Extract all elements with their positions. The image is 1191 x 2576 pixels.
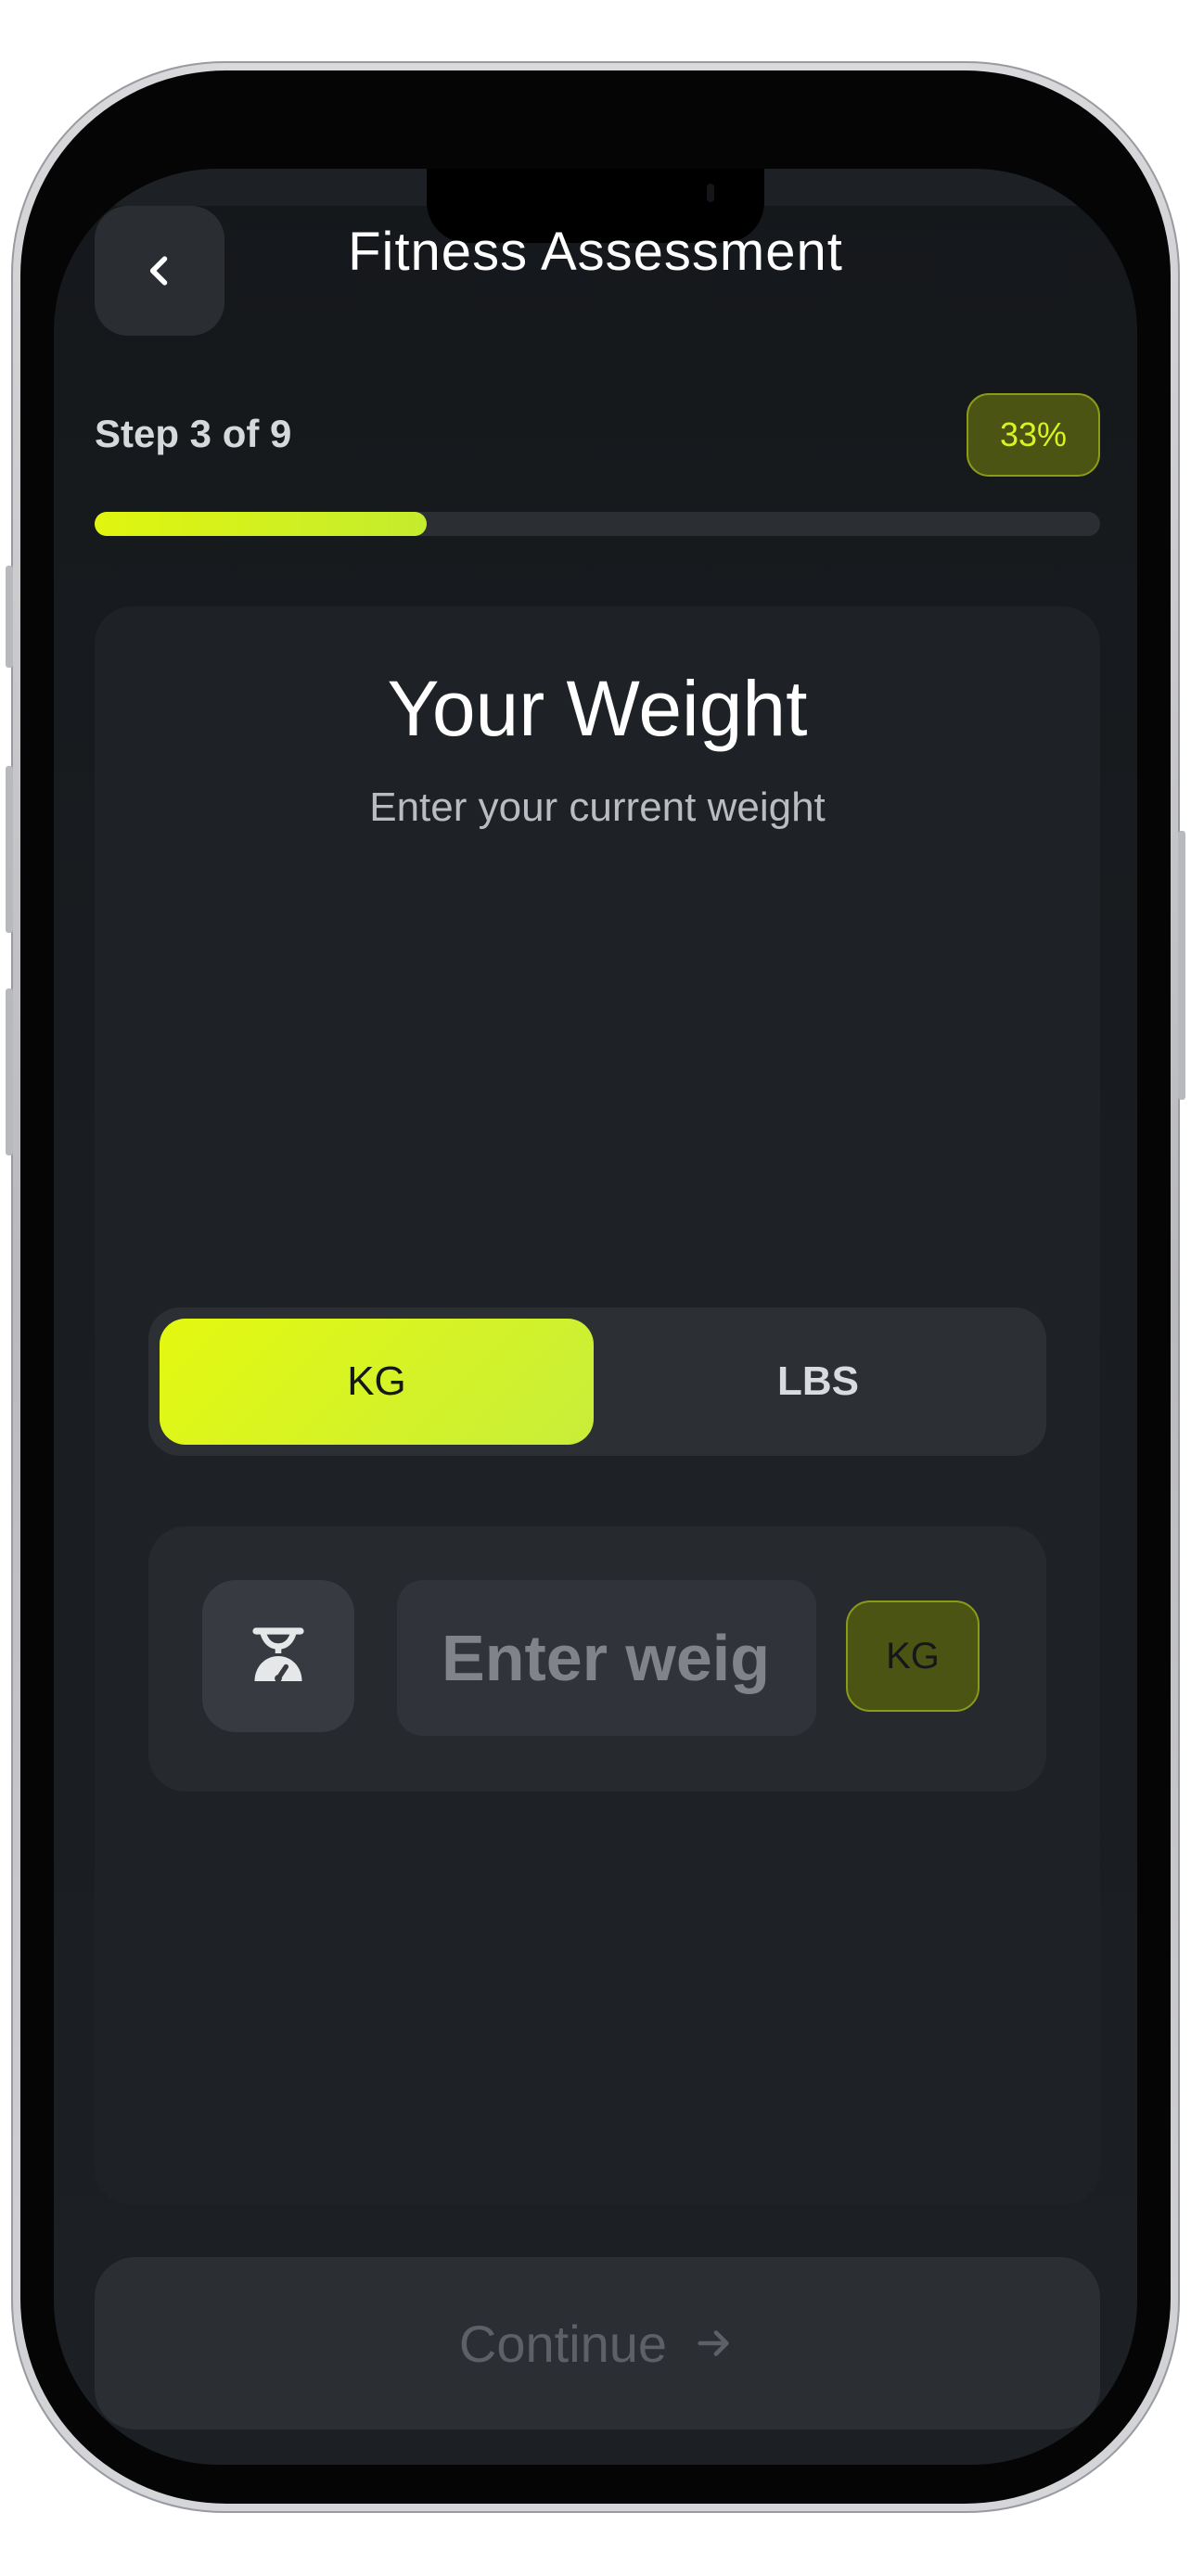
- progress-percent-badge: 33%: [967, 393, 1100, 477]
- scale-icon-container: [202, 1580, 354, 1732]
- weight-input[interactable]: [397, 1580, 816, 1736]
- progress-bar: [95, 512, 1100, 536]
- progress-bar-fill: [95, 512, 427, 536]
- app-screen: Fitness Assessment Step 3 of 9 33% Your …: [54, 169, 1137, 2465]
- power-button: [1178, 831, 1185, 1100]
- step-indicator: Step 3 of 9: [95, 412, 292, 455]
- continue-button[interactable]: Continue: [95, 2257, 1100, 2429]
- action-button: [6, 566, 13, 668]
- unit-option-kg[interactable]: KG: [160, 1319, 594, 1445]
- chevron-left-icon: [149, 256, 168, 286]
- card-subtitle: Enter your current weight: [369, 784, 826, 830]
- camera-dot: [707, 184, 714, 202]
- volume-down-button: [6, 988, 13, 1155]
- page-title: Fitness Assessment: [348, 222, 843, 282]
- continue-label: Continue: [458, 2314, 668, 2373]
- back-button[interactable]: [95, 206, 224, 336]
- unit-option-lbs[interactable]: LBS: [601, 1319, 1035, 1445]
- weight-card: Your Weight Enter your current weight KG…: [95, 606, 1100, 2205]
- weight-scale-icon: [252, 1627, 304, 1682]
- card-title: Your Weight: [387, 665, 808, 752]
- arrow-right-icon: [698, 2330, 729, 2356]
- volume-up-button: [6, 766, 13, 933]
- weight-unit-chip: KG: [846, 1600, 980, 1712]
- unit-toggle: KG LBS: [148, 1307, 1046, 1456]
- weight-input-panel: KG: [148, 1526, 1046, 1792]
